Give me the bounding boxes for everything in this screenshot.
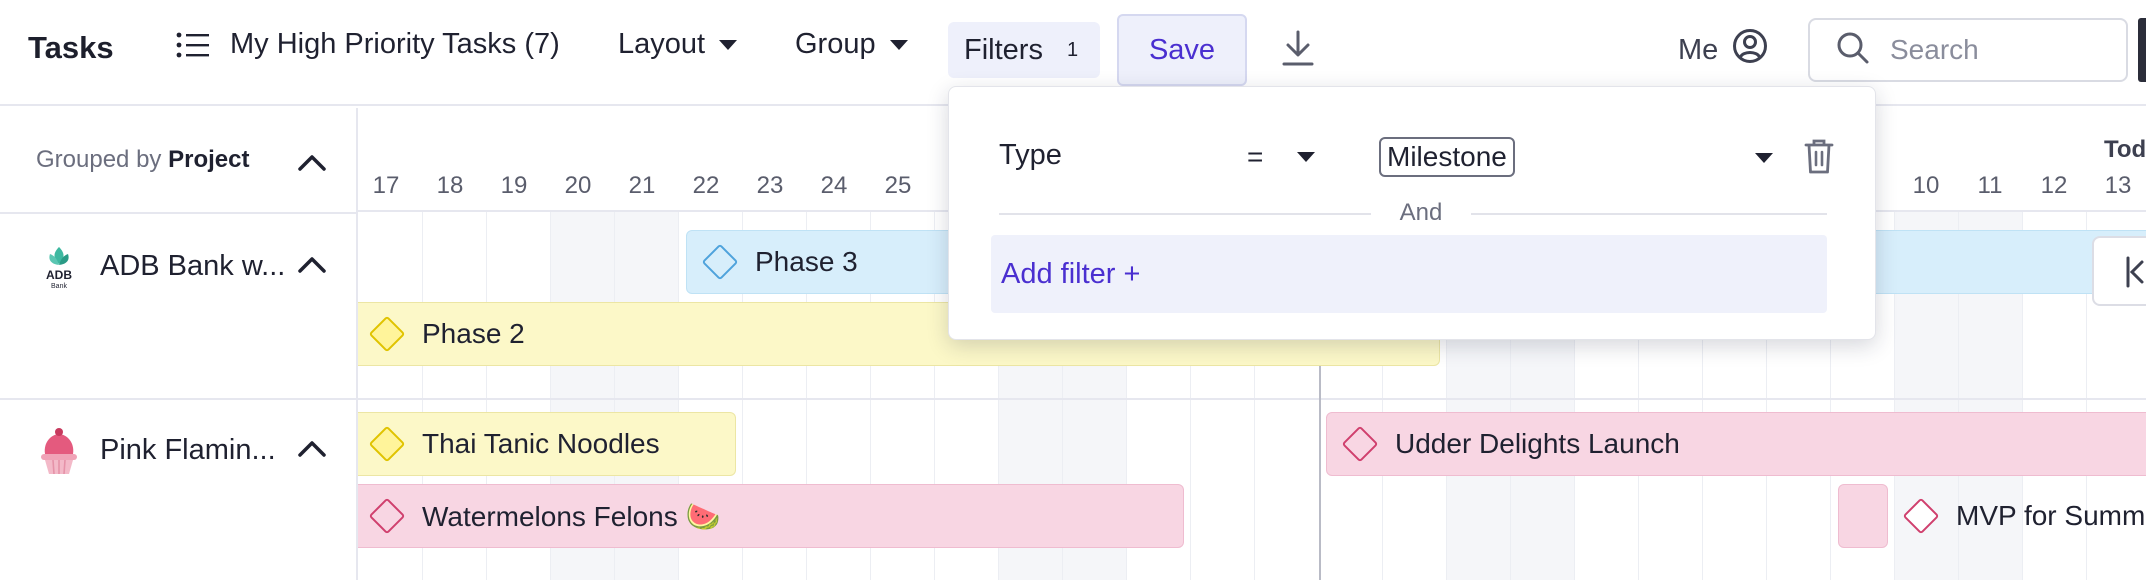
- day-label: 20: [564, 172, 592, 199]
- day-label: 12: [2040, 172, 2068, 199]
- download-icon[interactable]: [1280, 28, 1316, 73]
- row-divider: [358, 398, 2146, 400]
- chevron-down-icon: [889, 39, 908, 50]
- task-bar-thai-tanic-noodles[interactable]: Thai Tanic Noodles: [358, 412, 736, 476]
- divider: [1471, 213, 1827, 215]
- adb-logo-text: ADB: [46, 268, 72, 282]
- save-button[interactable]: Save: [1117, 14, 1247, 86]
- day-label: 24: [820, 172, 848, 199]
- task-bar-watermelons-felons[interactable]: Watermelons Felons 🍉: [358, 484, 1184, 548]
- task-bar-mvp-for-summ[interactable]: MVP for Summ: [1900, 484, 2146, 548]
- jump-start-icon: [2126, 256, 2144, 288]
- filters-label: Filters: [964, 33, 1043, 66]
- group-panel: Grouped by Project ADB Bank ADB Bank w..…: [0, 108, 358, 580]
- day-label: 25: [884, 172, 912, 199]
- layout-button[interactable]: Layout: [618, 28, 738, 61]
- divider: [999, 213, 1371, 215]
- today-marker-line: [1319, 366, 1321, 580]
- day-label: 22: [692, 172, 720, 199]
- today-label: Tod: [2104, 136, 2146, 163]
- task-bar-label: Watermelons Felons 🍉: [422, 500, 721, 532]
- and-conjunction: And: [1399, 199, 1443, 226]
- task-bar-small[interactable]: [1838, 484, 1888, 548]
- task-bar-label: Thai Tanic Noodles: [422, 428, 660, 459]
- day-label: 21: [628, 172, 656, 199]
- milestone-diamond-icon: [368, 425, 406, 463]
- group-button[interactable]: Group: [795, 28, 908, 61]
- filter-operator: =: [1247, 141, 1264, 172]
- milestone-diamond-icon: [368, 315, 406, 353]
- filters-button[interactable]: Filters 1: [948, 22, 1100, 78]
- group-label: Group: [795, 28, 876, 60]
- task-bar-label: Udder Delights Launch: [1395, 428, 1680, 459]
- search-box[interactable]: [1808, 18, 2128, 82]
- milestone-diamond-icon: [1341, 425, 1379, 463]
- day-label: 10: [1912, 172, 1940, 199]
- filters-count-badge: 1: [1066, 38, 1079, 61]
- day-label: 17: [372, 172, 400, 199]
- row-divider: [0, 212, 358, 214]
- adb-bank-logo: ADB Bank: [36, 244, 82, 295]
- filter-field-select[interactable]: Type: [999, 139, 1062, 172]
- grouped-by-value: Project: [168, 146, 250, 173]
- row-divider: [0, 398, 358, 400]
- chevron-up-icon[interactable]: [297, 438, 327, 458]
- day-label: 23: [756, 172, 784, 199]
- panel-edge: [2138, 18, 2146, 82]
- me-filter-button[interactable]: Me: [1678, 28, 1768, 72]
- milestone-diamond-icon: [701, 243, 739, 281]
- group-name-pink-flamingo[interactable]: Pink Flamin...: [100, 434, 276, 467]
- task-bar-udder-delights-launch[interactable]: Udder Delights Launch: [1326, 412, 2146, 476]
- view-selector[interactable]: My High Priority Tasks (7): [176, 28, 560, 61]
- filter-operator-select[interactable]: =: [1247, 141, 1316, 173]
- chevron-down-icon: [1297, 152, 1316, 162]
- me-label: Me: [1678, 33, 1719, 66]
- day-label: 13: [2104, 172, 2132, 199]
- search-icon: [1836, 31, 1870, 70]
- task-bar-label: Phase 3: [755, 246, 858, 277]
- task-bar-label: Phase 2: [422, 318, 525, 349]
- layout-label: Layout: [618, 28, 706, 60]
- user-circle-icon: [1732, 28, 1768, 72]
- adb-logo-sub: Bank: [51, 283, 67, 290]
- page-title: Tasks: [28, 30, 114, 65]
- day-label: 19: [500, 172, 528, 199]
- filter-value-select[interactable]: Milestone: [1379, 137, 1515, 177]
- scroll-to-start-button[interactable]: [2092, 236, 2146, 306]
- filter-popover: Type = Milestone And Add filter +: [948, 86, 1876, 340]
- search-input[interactable]: [1890, 34, 2080, 66]
- chevron-down-icon: [719, 39, 738, 50]
- task-bar-label: MVP for Summ: [1956, 500, 2146, 531]
- chevron-up-icon[interactable]: [297, 254, 327, 274]
- group-name-adb[interactable]: ADB Bank w...: [100, 250, 285, 283]
- grouped-by-prefix: Grouped by: [36, 146, 162, 173]
- milestone-diamond-icon: [1902, 497, 1940, 535]
- milestone-diamond-icon: [368, 497, 406, 535]
- day-label: 11: [1977, 172, 2003, 199]
- add-filter-button[interactable]: Add filter +: [991, 235, 1827, 313]
- day-label: 18: [436, 172, 464, 199]
- pink-flamingo-logo: [36, 426, 82, 481]
- view-name: My High Priority Tasks (7): [230, 28, 560, 60]
- list-icon: [176, 31, 210, 59]
- chevron-down-icon[interactable]: [1755, 153, 1773, 163]
- trash-icon[interactable]: [1803, 137, 1835, 180]
- grouped-by-label: Grouped by Project: [36, 146, 249, 174]
- chevron-up-icon[interactable]: [297, 152, 327, 172]
